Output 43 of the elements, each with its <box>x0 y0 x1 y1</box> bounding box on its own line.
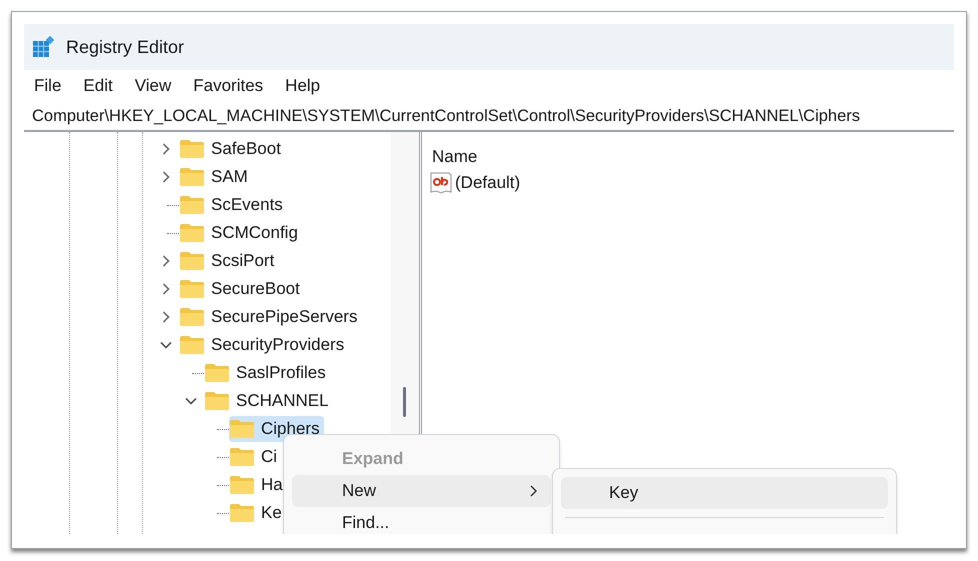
tree-item[interactable]: Ke <box>229 500 286 526</box>
tree-item[interactable]: SCHANNEL <box>204 388 333 414</box>
submenu-item[interactable]: Key <box>561 477 888 509</box>
registry-grid-icon <box>32 36 54 58</box>
menu-item[interactable]: Help <box>285 73 320 99</box>
folder-icon <box>179 195 205 215</box>
chevron-right-icon <box>529 484 539 498</box>
menu-item[interactable]: File <box>34 73 62 99</box>
folder-icon <box>229 503 255 523</box>
menu-item[interactable]: Edit <box>83 73 113 99</box>
folder-icon <box>179 307 205 327</box>
tree-item[interactable]: Ci <box>229 444 282 470</box>
folder-icon <box>179 251 205 271</box>
folder-icon <box>179 335 205 355</box>
tree-item[interactable]: Ha <box>229 472 287 498</box>
tree-item[interactable]: SecureBoot <box>179 276 304 302</box>
folder-icon <box>204 391 230 411</box>
context-menu-item[interactable]: Find... <box>292 507 551 534</box>
tree-item[interactable]: SecurityProviders <box>179 332 348 358</box>
window-title: Registry Editor <box>66 36 184 59</box>
tree-item[interactable]: ScEvents <box>179 192 287 218</box>
tree-item[interactable]: SaslProfiles <box>204 360 330 386</box>
tree-item[interactable]: SCMConfig <box>179 220 302 246</box>
folder-icon <box>204 363 230 383</box>
context-menu-item[interactable]: New <box>292 475 551 507</box>
folder-icon <box>179 223 205 243</box>
folder-icon <box>229 475 255 495</box>
scrollbar-thumb[interactable] <box>403 387 406 417</box>
folder-icon <box>229 447 255 467</box>
menu-item[interactable]: View <box>134 73 172 99</box>
tree-item[interactable]: SafeBoot <box>179 136 285 162</box>
tree-item[interactable]: SecurePipeServers <box>179 304 362 330</box>
value-name[interactable]: (Default) <box>455 170 520 196</box>
folder-icon <box>229 419 255 439</box>
tree-item[interactable]: SAM <box>179 164 252 190</box>
column-header[interactable]: Name <box>432 144 954 168</box>
folder-icon <box>179 139 205 159</box>
address-bar[interactable]: Computer\HKEY_LOCAL_MACHINE\SYSTEM\CurrentControlSet\Control\SecurityProviders\SCHANNEL\Ciphers <box>24 102 954 132</box>
menu-item[interactable]: Favorites <box>193 73 264 99</box>
folder-icon <box>179 279 205 299</box>
string-value-icon <box>429 171 453 195</box>
folder-icon <box>179 167 205 187</box>
tree-item[interactable]: ScsiPort <box>179 248 278 274</box>
